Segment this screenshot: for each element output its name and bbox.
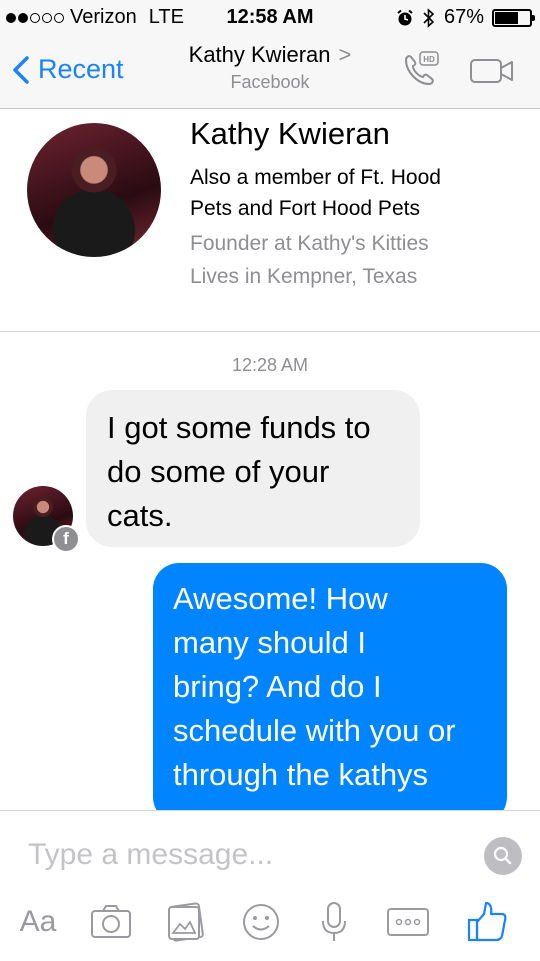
profile-name: Kathy Kwieran xyxy=(190,116,390,151)
conversation-title[interactable]: Kathy Kwieran > xyxy=(0,42,540,68)
battery-percent: 67% xyxy=(443,6,484,28)
status-right: 67% xyxy=(396,6,535,29)
text-format-button[interactable]: Aa xyxy=(16,897,60,947)
like-icon[interactable] xyxy=(466,897,508,947)
alarm-icon xyxy=(397,9,413,25)
message-composer: Aa xyxy=(0,810,540,961)
gallery-icon[interactable] xyxy=(165,897,207,947)
bluetooth-icon xyxy=(423,7,435,28)
outgoing-message-bubble[interactable]: Awesome! How many should I bring? And do… xyxy=(153,563,507,823)
message-timestamp: 12:28 AM xyxy=(231,355,309,375)
incoming-message-bubble[interactable]: I got some funds to do some of your cats… xyxy=(86,390,420,547)
more-icon[interactable] xyxy=(386,897,430,947)
profile-location: Lives in Kempner, Texas xyxy=(190,265,418,288)
chevron-right-icon: > xyxy=(338,42,352,67)
message-line: many should I xyxy=(173,625,366,660)
microphone-icon[interactable] xyxy=(316,897,352,947)
battery-icon xyxy=(492,8,535,27)
phone-hd-icon[interactable]: HD xyxy=(398,50,442,92)
conversation-subtitle: Facebook xyxy=(230,72,310,92)
profile-work: Founder at Kathy's Kitties xyxy=(190,232,429,255)
camera-icon[interactable] xyxy=(90,897,132,947)
message-line: schedule with you or xyxy=(173,713,456,748)
message-line: through the kathys xyxy=(173,757,429,792)
message-line: cats. xyxy=(107,498,173,533)
message-line: I got some funds to xyxy=(107,410,371,445)
navigation-bar: Recent Kathy Kwieran > Facebook HD xyxy=(0,36,540,109)
message-input[interactable] xyxy=(28,835,468,875)
profile-mutual-groups-line1: Also a member of Ft. Hood xyxy=(190,166,441,189)
profile-mutual-groups-line2: Pets and Fort Hood Pets xyxy=(190,197,420,220)
svg-text:HD: HD xyxy=(423,55,435,64)
contact-name: Kathy Kwieran xyxy=(188,42,331,67)
composer-toolbar: Aa xyxy=(0,897,540,947)
message-line: do some of your xyxy=(107,454,330,489)
search-icon[interactable] xyxy=(484,837,522,875)
message-line: Awesome! How xyxy=(173,581,388,616)
facebook-badge-icon: f xyxy=(52,525,80,553)
divider xyxy=(0,331,540,332)
video-camera-icon[interactable] xyxy=(468,56,516,86)
status-bar: Verizon LTE 12:58 AM 67% xyxy=(0,0,540,36)
message-line: bring? And do I xyxy=(173,669,382,704)
contact-avatar[interactable] xyxy=(27,123,161,257)
emoji-icon[interactable] xyxy=(240,897,282,947)
